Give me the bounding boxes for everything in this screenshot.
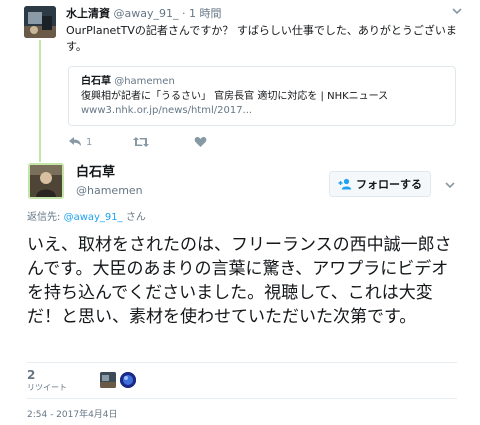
quoted-tweet-title: 復興相が記者に「うるさい」 官房長官 適切に対応を | NHKニュース: [81, 91, 389, 102]
retweet-button[interactable]: [132, 133, 150, 151]
retweeter-avatar-image: [120, 372, 136, 388]
replying-to-prefix: 返信先:: [27, 212, 61, 223]
separator-dot: ·: [182, 7, 186, 20]
parent-tweet-header: 水上清資 @away_91_ · 1 時間: [66, 6, 466, 22]
main-tweet-text: いえ、取材をされたのは、フリーランスの西中誠一郎さんです。大臣のあまりの言葉に驚…: [27, 235, 452, 327]
quoted-tweet-header: 白石草 @hamemen: [81, 75, 443, 89]
retweeter-avatar-image: [100, 372, 116, 388]
quoted-author-name: 白石草: [81, 76, 111, 87]
reply-count: 1: [86, 136, 93, 148]
retweet-count[interactable]: 2: [27, 368, 35, 382]
thread-connector-line: [39, 40, 41, 162]
parent-tweet-text: OurPlanetTVの記者さんですか？ すばらしい仕事でした、ありがとうござい…: [66, 24, 457, 53]
parent-tweet-actions: 1: [68, 133, 328, 151]
retweeter-avatar[interactable]: [120, 372, 136, 388]
quoted-author-handle: @hamemen: [114, 76, 175, 87]
tweet-timestamp[interactable]: 2:54 - 2017年4月4日: [27, 409, 118, 421]
like-button[interactable]: [194, 133, 207, 151]
retweet-icon: [133, 137, 149, 147]
chevron-down-icon[interactable]: [443, 178, 457, 192]
retweet-label[interactable]: リツイート: [27, 383, 67, 393]
parent-tweet-time[interactable]: 1 時間: [189, 7, 222, 20]
reply-icon: [69, 137, 81, 146]
quoted-tweet-card[interactable]: 白石草 @hamemen 復興相が記者に「うるさい」 官房長官 適切に対応を |…: [68, 66, 456, 126]
chevron-down-icon[interactable]: [450, 4, 464, 18]
divider-bottom: [27, 398, 457, 399]
replying-to-line: 返信先: @away_91_ さん: [27, 211, 146, 225]
quoted-tweet-url: www3.nhk.or.jp/news/html/2017...: [81, 105, 253, 116]
divider-top: [27, 362, 457, 363]
follow-button-label: フォローする: [356, 178, 422, 191]
retweeter-avatar[interactable]: [100, 372, 116, 388]
parent-author-handle[interactable]: @away_91_: [114, 7, 179, 20]
follow-button[interactable]: フォローする: [329, 171, 431, 197]
main-author-name[interactable]: 白石草: [76, 164, 115, 181]
parent-avatar[interactable]: [24, 6, 56, 38]
main-avatar-image: [30, 165, 62, 197]
main-author-handle[interactable]: @hamemen: [76, 183, 143, 198]
parent-avatar-image: [24, 6, 56, 38]
replying-to-suffix: さん: [125, 212, 146, 223]
follow-person-plus-icon: [338, 178, 352, 190]
main-avatar[interactable]: [28, 163, 64, 199]
like-icon: [194, 136, 207, 147]
reply-button[interactable]: 1: [68, 133, 92, 151]
replying-to-link[interactable]: @away_91_: [64, 212, 123, 223]
parent-author-name[interactable]: 水上清資: [66, 7, 110, 20]
